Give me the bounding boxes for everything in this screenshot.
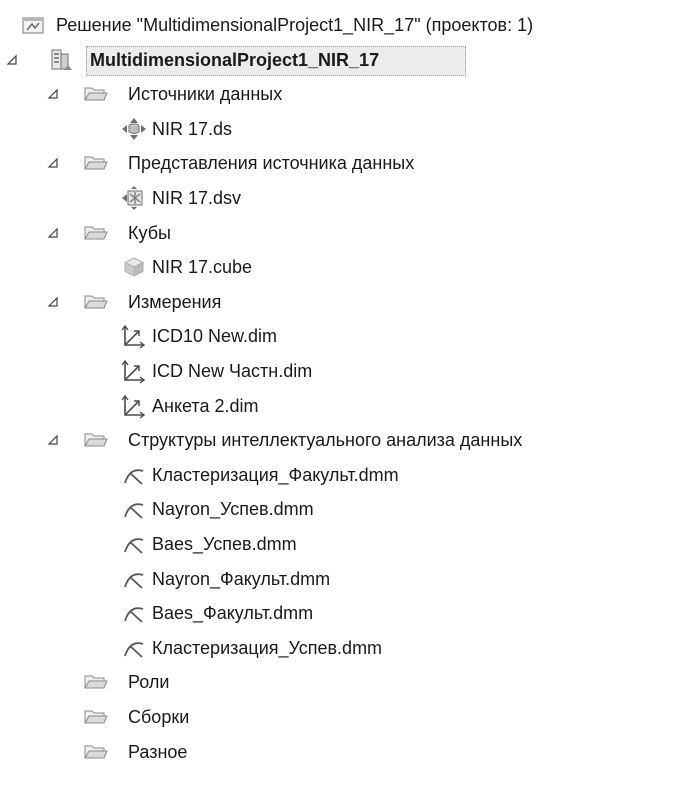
mining-structure-icon <box>120 496 148 522</box>
tree-node-label: Решение "MultidimensionalProject1_NIR_17… <box>56 15 534 35</box>
expand-collapse-toggle[interactable] <box>46 295 60 309</box>
tree-node-label: Роли <box>128 672 170 693</box>
folder-icon <box>82 427 110 453</box>
folder-icon <box>82 739 110 765</box>
project-icon <box>47 47 75 73</box>
tree-item-кластеризация-успев-dmm[interactable]: Кластеризация_Успев.dmm <box>0 631 692 665</box>
tree-item-icd10-new-dim[interactable]: ICD10 New.dim <box>0 319 692 353</box>
tree-node-label: Nayron_Факульт.dmm <box>152 568 331 589</box>
tree-item-кластеризация-факульт-dmm[interactable]: Кластеризация_Факульт.dmm <box>0 458 692 492</box>
folder-сборки[interactable]: Сборки <box>0 700 692 734</box>
folder-icon <box>82 81 110 107</box>
tree-item-nir-17-cube[interactable]: NIR 17.cube <box>0 250 692 284</box>
dimension-icon <box>120 358 148 384</box>
data-source-icon <box>120 116 148 142</box>
folder-представления-источника-данных[interactable]: Представления источника данных <box>0 146 692 180</box>
folder-icon <box>82 289 110 315</box>
folder-icon <box>82 220 110 246</box>
folder-измерения[interactable]: Измерения <box>0 285 692 319</box>
tree-node-label: Кубы <box>128 222 171 243</box>
cube-icon <box>120 254 148 280</box>
mining-structure-icon <box>120 462 148 488</box>
folder-роли[interactable]: Роли <box>0 665 692 699</box>
tree-node-label: NIR 17.dsv <box>152 188 242 208</box>
expand-collapse-toggle[interactable] <box>46 87 60 101</box>
tree-item-nayron-успев-dmm[interactable]: Nayron_Успев.dmm <box>0 492 692 526</box>
mining-structure-icon <box>120 531 148 557</box>
tree-node-label: Анкета 2.dim <box>152 395 259 416</box>
folder-icon <box>82 150 110 176</box>
tree-node-label: Nayron_Успев.dmm <box>152 499 314 520</box>
tree-item-nir-17-ds[interactable]: NIR 17.ds <box>0 112 692 146</box>
solution-node[interactable]: Решение "MultidimensionalProject1_NIR_17… <box>0 8 692 42</box>
solution-icon <box>20 12 48 38</box>
expand-collapse-toggle[interactable] <box>5 53 19 67</box>
tree-node-label: Разное <box>128 741 188 762</box>
mining-structure-icon <box>120 566 148 592</box>
folder-структуры-интеллектуального-анализа-данных[interactable]: Структуры интеллектуального анализа данн… <box>0 423 692 457</box>
tree-item-анкета-2-dim[interactable]: Анкета 2.dim <box>0 389 692 423</box>
tree-node-label: NIR 17.ds <box>152 118 233 139</box>
tree-node-label: ICD New Частн.dim <box>152 361 313 381</box>
expand-collapse-toggle[interactable] <box>46 226 60 240</box>
expand-collapse-toggle[interactable] <box>46 156 60 170</box>
tree-node-label: MultidimensionalProject1_NIR_17 <box>90 49 380 70</box>
solution-explorer-tree: Решение "MultidimensionalProject1_NIR_17… <box>0 0 692 794</box>
tree-node-label: Сборки <box>128 707 190 727</box>
mining-structure-icon <box>120 600 148 626</box>
tree-item-baes-факульт-dmm[interactable]: Baes_Факульт.dmm <box>0 596 692 630</box>
dimension-icon <box>120 393 148 419</box>
tree-node-label: Измерения <box>128 291 222 312</box>
tree-node-label: Кластеризация_Успев.dmm <box>152 637 383 658</box>
folder-кубы[interactable]: Кубы <box>0 216 692 250</box>
expand-collapse-toggle[interactable] <box>46 433 60 447</box>
folder-источники-данных[interactable]: Источники данных <box>0 77 692 111</box>
tree-item-nayron-факульт-dmm[interactable]: Nayron_Факульт.dmm <box>0 562 692 596</box>
tree-item-baes-успев-dmm[interactable]: Baes_Успев.dmm <box>0 527 692 561</box>
project-node[interactable]: MultidimensionalProject1_NIR_17 <box>0 43 692 77</box>
folder-icon <box>82 704 110 730</box>
tree-node-label: Структуры интеллектуального анализа данн… <box>128 430 523 451</box>
tree-item-nir-17-dsv[interactable]: NIR 17.dsv <box>0 181 692 215</box>
folder-разное[interactable]: Разное <box>0 735 692 769</box>
tree-node-label: NIR 17.cube <box>152 257 253 278</box>
tree-node-label: Источники данных <box>128 84 283 105</box>
tree-node-label: Кластеризация_Факульт.dmm <box>152 464 399 485</box>
tree-node-label: ICD10 New.dim <box>152 326 278 347</box>
dimension-icon <box>120 323 148 349</box>
tree-node-label: Baes_Факульт.dmm <box>152 603 314 624</box>
tree-node-label: Представления источника данных <box>128 153 415 174</box>
folder-icon <box>82 669 110 695</box>
tree-node-label: Baes_Успев.dmm <box>152 534 297 554</box>
data-source-view-icon <box>120 185 148 211</box>
tree-item-icd-new-частн-dim[interactable]: ICD New Частн.dim <box>0 354 692 388</box>
mining-structure-icon <box>120 635 148 661</box>
